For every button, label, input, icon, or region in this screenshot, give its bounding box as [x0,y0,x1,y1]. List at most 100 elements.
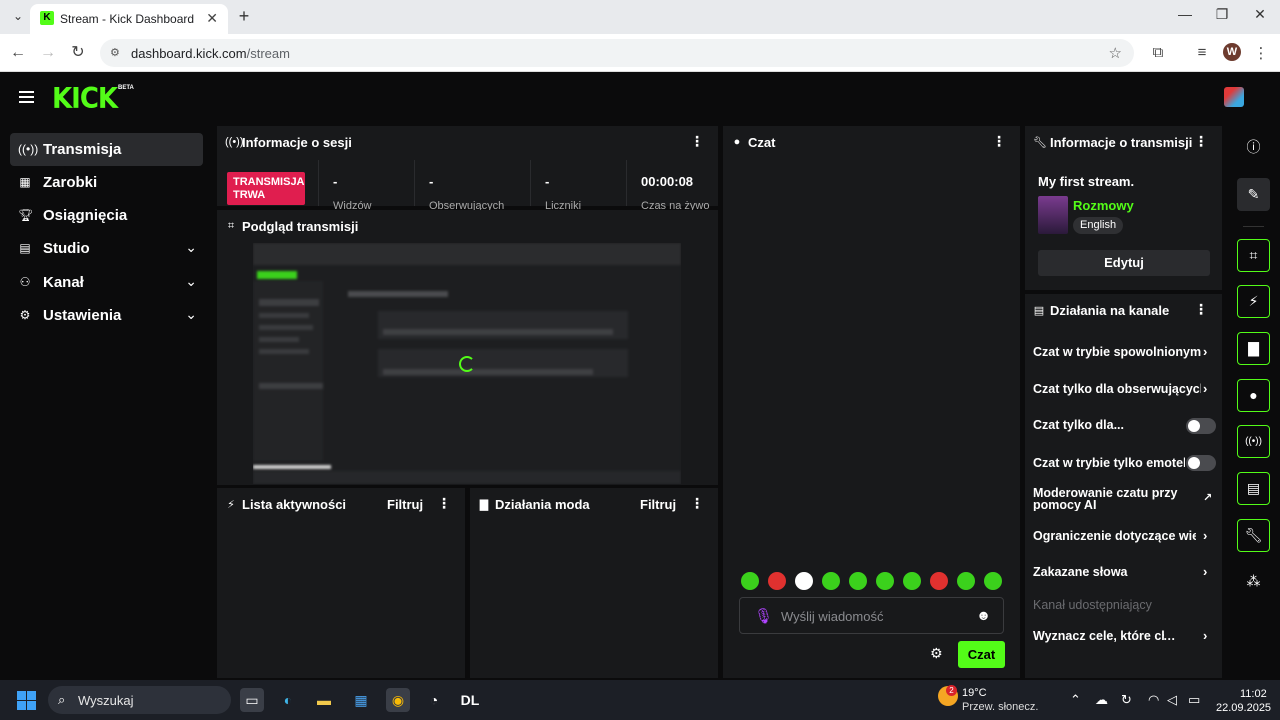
chat-toggle-icon[interactable]: ● [1237,379,1270,412]
chat-message-input[interactable]: 🎙︎ Wyślij wiadomość ☻ [739,597,1004,634]
preview-toggle-icon[interactable]: ⌗ [1237,239,1270,272]
emote-icon[interactable] [984,572,1002,590]
obs-icon[interactable]: ◔ [422,688,446,712]
tab-search-icon[interactable]: ⌄ [10,8,26,24]
volume-icon[interactable]: ◁ [1167,692,1177,708]
emote-icon[interactable] [741,572,759,590]
tray-chevron-icon[interactable]: ⌃ [1070,692,1081,708]
address-bar[interactable]: ⚙ dashboard.kick.com/stream ☆ [100,39,1134,67]
emote-icon[interactable] [930,572,948,590]
tab-close-icon[interactable]: ✕ [206,10,218,27]
media-control-icon[interactable]: ≡ [1192,44,1212,61]
emote-icon[interactable] [876,572,894,590]
action-host-channel: Kanał udostępniający [1033,598,1152,612]
emote-icon[interactable] [795,572,813,590]
chevron-down-icon: ⌄ [185,239,197,255]
panel-title: Informacje o transmisji [1050,135,1193,150]
action-banned-words[interactable]: Zakazane słowa [1033,565,1218,579]
kick-logo[interactable]: KICK [52,83,118,116]
more-options-icon[interactable]: ⋮ [690,133,704,150]
chevron-right-icon[interactable]: › [1203,528,1207,543]
gear-icon: ⚙ [19,308,31,322]
app-dl-icon[interactable]: DL [458,688,482,712]
battery-icon[interactable]: ▭ [1188,692,1200,708]
category-link[interactable]: Rozmowy [1073,198,1134,213]
action-ai-moderation[interactable]: Moderowanie czatu przy pomocy AI [1033,487,1193,511]
wifi-icon[interactable]: ◠ [1148,692,1159,708]
more-options-icon[interactable]: ⋮ [690,495,704,512]
clock-date[interactable]: 22.09.2025 [1216,702,1271,714]
action-slow-mode[interactable]: Czat w trybie spowolnionym [1033,345,1218,359]
task-view-icon[interactable]: ▭ [240,688,264,712]
action-goals[interactable]: Wyznacz cele, które chcesz osiągnąć [1033,629,1164,643]
site-info-icon[interactable]: ⚙ [110,46,124,60]
sidebar-item-kanal[interactable]: ⚇ Kanał ⌄ [10,266,203,299]
edit-button[interactable]: Edytuj [1038,250,1210,276]
reload-icon[interactable]: ↻ [68,43,88,63]
session-toggle-icon[interactable]: ((•)) [1237,425,1270,458]
more-options-icon[interactable]: ⋮ [437,495,451,512]
maximize-icon[interactable]: ❐ [1212,6,1232,23]
emoji-picker-icon[interactable]: ☻ [976,607,991,623]
edit-pencil-icon[interactable]: ✎ [1237,178,1270,211]
chat-settings-icon[interactable]: ⚙ [930,645,943,662]
more-options-icon[interactable]: ⋮ [1194,301,1208,318]
emote-icon[interactable] [849,572,867,590]
chevron-right-icon[interactable]: › [1203,564,1207,579]
browser-tab-active[interactable]: K Stream - Kick Dashboard ✕ [30,4,228,34]
tab-title: Stream - Kick Dashboard [60,12,195,26]
stream-info-toggle-icon[interactable]: 🔧︎ [1237,519,1270,552]
update-icon[interactable]: ↻ [1121,692,1132,708]
panel-title: Lista aktywności [242,497,347,512]
add-widget-icon[interactable]: ⁂ [1237,565,1270,598]
edge-browser-icon[interactable]: ◐ [276,688,300,712]
emote-only-toggle[interactable] [1186,455,1216,471]
more-options-icon[interactable]: ⋮ [992,133,1006,150]
window-close-icon[interactable]: ✕ [1250,6,1270,23]
subscribers-only-toggle[interactable] [1186,418,1216,434]
chevron-right-icon[interactable]: › [1203,381,1207,396]
windows-start-icon[interactable] [17,691,36,710]
user-avatar[interactable] [1224,87,1244,107]
emote-icon[interactable] [903,572,921,590]
chevron-right-icon[interactable]: › [1203,628,1207,643]
more-options-icon[interactable]: ⋮ [1194,133,1208,150]
mod-actions-toggle-icon[interactable]: ▇ [1237,332,1270,365]
minimize-icon[interactable]: — [1175,6,1195,22]
emote-icon[interactable] [768,572,786,590]
clock-time[interactable]: 11:02 [1240,688,1267,700]
activity-toggle-icon[interactable]: ⚡︎ [1237,285,1270,318]
sidebar-item-label: Ustawienia [43,307,122,324]
hamburger-menu-icon[interactable] [19,91,34,103]
app-header: KICK BETA [0,72,1280,122]
file-explorer-icon[interactable]: ▬ [312,688,336,712]
filter-button[interactable]: Filtruj [640,497,676,512]
back-icon[interactable]: ← [8,43,28,63]
bookmark-star-icon[interactable]: ☆ [1109,44,1122,62]
filter-button[interactable]: Filtruj [387,497,423,512]
profile-avatar[interactable]: W [1223,43,1241,61]
info-icon[interactable]: ⓘ [1237,131,1270,164]
chat-send-button[interactable]: Czat [958,641,1005,668]
action-age-restriction[interactable]: Ograniczenie dotyczące wieku [1033,529,1196,543]
external-link-icon[interactable]: ↗ [1203,491,1212,504]
sidebar-item-transmisja[interactable]: ((•)) Transmisja [10,133,203,166]
new-tab-button[interactable]: + [234,7,254,27]
sidebar-item-ustawienia[interactable]: ⚙ Ustawienia ⌄ [10,299,203,332]
store-icon[interactable]: ▦ [349,688,373,712]
taskbar-search[interactable]: ⌕ Wyszukaj [48,686,231,714]
forward-icon[interactable]: → [38,43,58,63]
browser-menu-icon[interactable]: ⋮ [1251,44,1271,62]
microphone-icon[interactable]: 🎙︎ [754,607,773,625]
emote-icon[interactable] [822,572,840,590]
channel-actions-toggle-icon[interactable]: ▤ [1237,472,1270,505]
emote-icon[interactable] [957,572,975,590]
onedrive-icon[interactable]: ☁ [1095,692,1108,708]
chevron-right-icon[interactable]: › [1203,344,1207,359]
action-followers-only[interactable]: Czat tylko dla obserwujących [1033,382,1201,396]
chrome-icon[interactable]: ◉ [386,688,410,712]
sidebar-item-osiagniecia[interactable]: 🏆︎ Osiągnięcia [10,199,203,232]
extensions-icon[interactable]: ⧉ [1148,44,1168,61]
sidebar-item-studio[interactable]: ▤ Studio ⌄ [10,232,203,265]
sidebar-item-zarobki[interactable]: ▦ Zarobki [10,166,203,199]
